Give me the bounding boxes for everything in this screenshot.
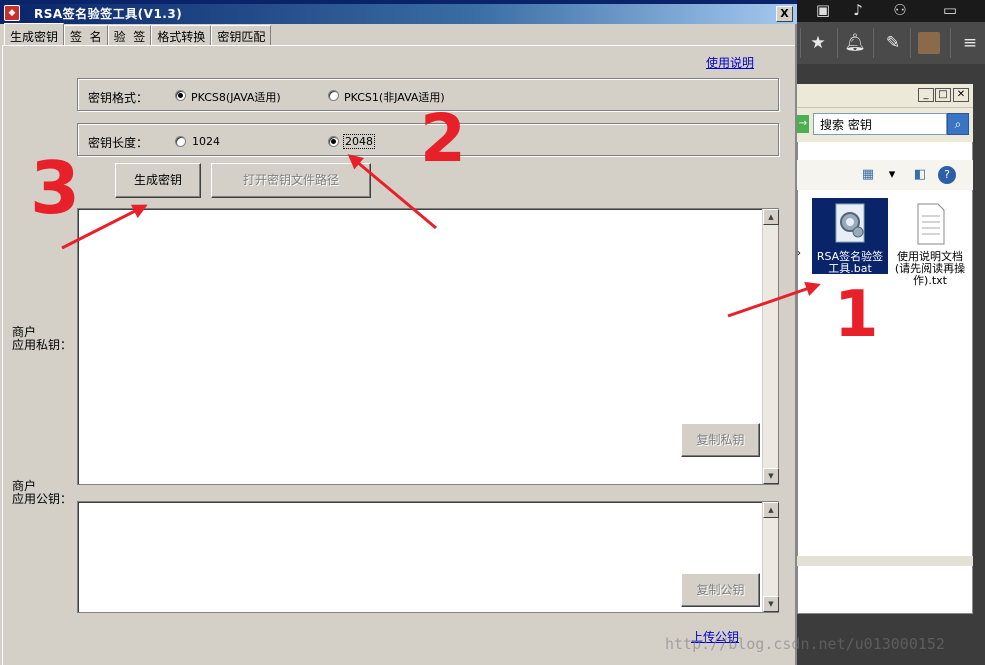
watermark: http://blog.csdn.net/u013000152 <box>665 635 945 653</box>
annotation-arrow-2 <box>347 154 437 230</box>
annotation-arrow-3 <box>61 204 148 250</box>
annotation-arrow-1 <box>727 281 821 318</box>
annotation-arrows <box>61 154 821 318</box>
